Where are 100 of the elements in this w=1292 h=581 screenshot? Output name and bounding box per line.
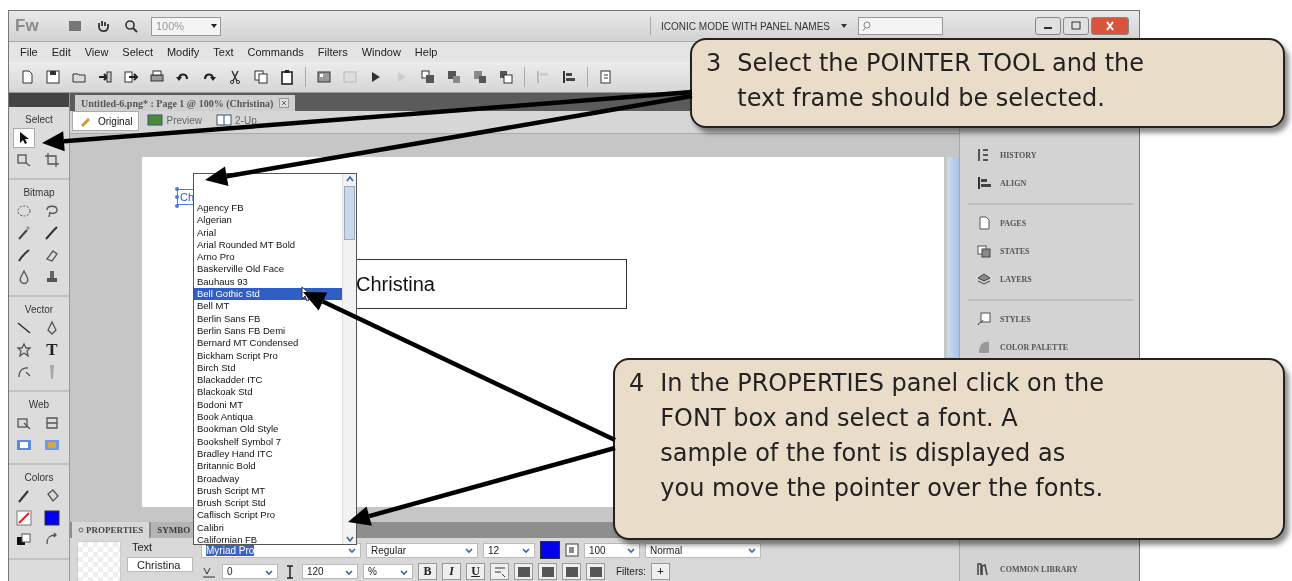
leading-unit-field[interactable]: % — [363, 564, 413, 579]
font-option[interactable]: Algerian — [194, 214, 342, 227]
new-document-icon[interactable] — [19, 69, 35, 85]
export-icon[interactable] — [123, 69, 139, 85]
workspace-switcher[interactable]: ICONIC MODE WITH PANEL NAMES — [661, 20, 830, 32]
font-option[interactable]: Agency FB — [194, 202, 342, 215]
object-name-field[interactable]: Christina — [127, 557, 193, 572]
menu-item[interactable]: Select — [115, 46, 160, 58]
fill-color-swatch-tool[interactable] — [41, 508, 63, 528]
close-button[interactable] — [1091, 17, 1129, 35]
import-icon[interactable] — [97, 69, 113, 85]
align-right-button[interactable] — [562, 563, 581, 580]
opacity-field[interactable]: 100 — [584, 542, 640, 558]
screen-mode-icon[interactable] — [67, 18, 83, 34]
menu-item[interactable]: View — [77, 46, 116, 58]
align-center-button[interactable] — [538, 563, 557, 580]
font-option[interactable]: Baskerville Old Face — [194, 263, 342, 276]
font-option[interactable]: Arial Rounded MT Bold — [194, 238, 342, 252]
cut-icon[interactable] — [227, 69, 243, 85]
pointer-arrow-tool[interactable] — [13, 128, 35, 148]
group-icon[interactable] — [316, 69, 332, 85]
align-left-button[interactable] — [514, 563, 533, 580]
menu-item[interactable]: Window — [354, 46, 408, 58]
font-option[interactable]: Berlin Sans FB Demi — [194, 324, 342, 338]
font-option[interactable]: Brush Script MT — [194, 484, 342, 498]
text-color-swatch[interactable] — [540, 541, 560, 559]
font-option[interactable]: Brush Script Std — [194, 497, 342, 510]
view-tab[interactable]: Preview — [141, 111, 209, 129]
font-option[interactable]: Britannic Bold — [194, 460, 342, 473]
add-filter-button[interactable]: + — [651, 563, 670, 580]
font-option[interactable]: Bookman Old Style — [194, 423, 342, 436]
font-option[interactable]: Birch Std — [194, 361, 342, 375]
bring-to-front-icon[interactable] — [420, 69, 436, 85]
selection-handle[interactable] — [175, 204, 179, 208]
font-size-field[interactable]: 12 — [483, 542, 535, 558]
panel-button[interactable]: ALIGN — [976, 173, 1133, 193]
paste-icon[interactable] — [279, 69, 295, 85]
scrollbar-thumb[interactable] — [344, 186, 355, 240]
hand-icon[interactable] — [95, 18, 111, 34]
leading-field[interactable]: 120 — [302, 564, 358, 579]
menu-item[interactable]: File — [13, 46, 45, 58]
font-option[interactable]: Broadway — [194, 472, 342, 485]
send-to-back-icon[interactable] — [498, 69, 514, 85]
menu-item[interactable]: Commands — [240, 46, 311, 58]
menu-item[interactable]: Edit — [44, 46, 78, 58]
font-option[interactable]: Book Antiqua — [194, 411, 342, 424]
font-style-field[interactable]: Regular — [366, 542, 478, 558]
search-icon[interactable] — [123, 18, 139, 34]
print-icon[interactable] — [149, 69, 165, 85]
blend-mode-field[interactable]: Normal — [645, 542, 761, 558]
justify-button[interactable] — [586, 563, 605, 580]
panel-button[interactable]: STYLES — [976, 309, 1133, 329]
font-option[interactable]: Calibri — [194, 521, 342, 534]
font-option[interactable]: Caflisch Script Pro — [194, 509, 342, 522]
font-option[interactable]: Berlin Sans FB — [194, 312, 342, 325]
minimize-button[interactable] — [1035, 17, 1061, 35]
search-field[interactable] — [858, 17, 943, 35]
kerning-field[interactable]: 0 — [222, 564, 278, 579]
panel-button[interactable]: COMMON LIBRARY — [976, 559, 1133, 579]
rotate-icon[interactable] — [598, 69, 614, 85]
font-option[interactable]: Arial — [194, 226, 342, 239]
view-tab[interactable]: 2-Up — [210, 111, 263, 129]
list-scrollbar[interactable] — [342, 174, 356, 544]
text-options-button[interactable] — [490, 563, 509, 580]
font-option[interactable]: Bodoni MT — [194, 398, 342, 412]
stroke-color-swatch-tool[interactable] — [13, 508, 35, 528]
panel-button[interactable]: PAGES — [976, 213, 1133, 233]
menu-item[interactable]: Modify — [159, 46, 207, 58]
font-option[interactable]: Bickham Script Pro — [194, 349, 342, 362]
close-icon[interactable] — [279, 98, 290, 108]
font-option[interactable]: Bookshelf Symbol 7 — [194, 435, 342, 448]
panel-button[interactable]: HISTORY — [976, 145, 1133, 165]
bring-forward-icon[interactable] — [446, 69, 462, 85]
font-option[interactable]: Arno Pro — [194, 251, 342, 264]
panel-button[interactable]: COLOR PALETTE — [976, 337, 1133, 357]
document-tab[interactable]: Untitled-6.png* : Page 1 @ 100% (Christina) — [75, 95, 296, 111]
underline-button[interactable]: U — [466, 563, 485, 580]
font-option[interactable]: Blackadder ITC — [194, 374, 342, 387]
italic-button[interactable]: I — [442, 563, 461, 580]
text-tool[interactable]: T — [41, 340, 63, 360]
copy-icon[interactable] — [253, 69, 269, 85]
save-icon[interactable] — [45, 69, 61, 85]
panel-tab[interactable]: PROPERTIES — [72, 522, 150, 538]
align-menu-icon[interactable] — [561, 69, 577, 85]
bold-button[interactable]: B — [418, 563, 437, 580]
font-option[interactable]: Bauhaus 93 — [194, 275, 342, 289]
menu-item[interactable]: Text — [206, 46, 241, 58]
panel-button[interactable]: STATES — [976, 241, 1133, 261]
slice-icon — [44, 415, 60, 431]
hide-slices-icon — [16, 437, 32, 453]
menu-item[interactable]: Filters — [310, 46, 355, 58]
vertical-scrollbar[interactable] — [947, 157, 959, 357]
menu-item[interactable]: Help — [407, 46, 445, 58]
panel-button[interactable]: LAYERS — [976, 269, 1133, 289]
font-option[interactable]: Bradley Hand ITC — [194, 447, 342, 461]
font-option[interactable]: Bell MT — [194, 300, 342, 313]
font-option[interactable]: Blackoak Std — [194, 386, 342, 399]
view-tab[interactable]: Original — [72, 111, 140, 131]
send-backward-icon[interactable] — [472, 69, 488, 85]
font-option[interactable]: Bernard MT Condensed — [194, 337, 342, 350]
